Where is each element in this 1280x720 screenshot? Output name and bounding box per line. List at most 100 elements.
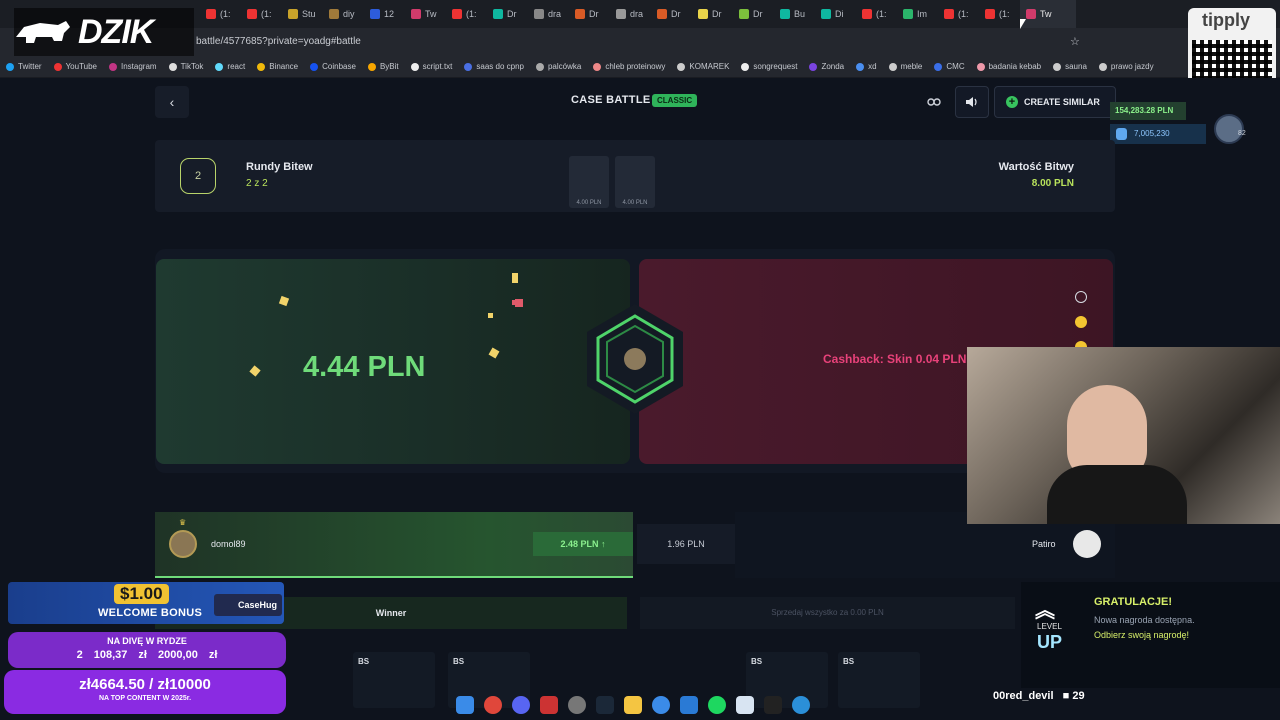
player2-avatar[interactable]: [1073, 530, 1101, 558]
player1-name[interactable]: domol89: [211, 539, 246, 549]
browser-tab[interactable]: Tw: [1020, 0, 1076, 28]
bookmark-item[interactable]: xd: [856, 62, 877, 71]
bookmark-item[interactable]: badania kebab: [976, 62, 1041, 71]
bookmark-item[interactable]: prawo jazdy: [1098, 62, 1154, 71]
player1-avatar[interactable]: [169, 530, 197, 558]
browser-tab[interactable]: 12: [364, 0, 405, 28]
bookmark-item[interactable]: Coinbase: [310, 62, 356, 71]
browser-tab[interactable]: Dr: [733, 0, 774, 28]
app-icon[interactable]: [540, 696, 558, 714]
browser-tab[interactable]: (1:: [979, 0, 1020, 28]
smile-icon[interactable]: [1075, 291, 1087, 303]
bookmark-item[interactable]: Zonda: [809, 62, 844, 71]
app-icon[interactable]: [680, 696, 698, 714]
bookmark-icon: [168, 62, 177, 71]
url-text[interactable]: battle/4577685?private=yoadg#battle: [196, 36, 361, 47]
bookmark-item[interactable]: sauna: [1053, 62, 1087, 71]
browser-tab[interactable]: dra: [528, 0, 569, 28]
bookmark-item[interactable]: songrequest: [741, 62, 797, 71]
bookmark-item[interactable]: saas do cpnp: [464, 62, 524, 71]
browser-tab[interactable]: (1:: [446, 0, 487, 28]
browser-tab[interactable]: dra: [610, 0, 651, 28]
browser-tab[interactable]: (1:: [938, 0, 979, 28]
browser-tab[interactable]: (1:: [241, 0, 282, 28]
bookmark-item[interactable]: chleb proteinowy: [593, 62, 665, 71]
bookmark-item[interactable]: meble: [888, 62, 922, 71]
bookmark-item[interactable]: Binance: [257, 62, 298, 71]
level-up-text: UP: [1037, 632, 1063, 652]
bookmark-item[interactable]: Instagram: [109, 62, 157, 71]
player1-result-panel: 4.44 PLN: [156, 259, 630, 464]
star-icon[interactable]: ☆: [1070, 35, 1080, 48]
bookmark-item[interactable]: ByBit: [367, 62, 399, 71]
tab-label: (1:: [220, 9, 231, 19]
case-thumbnail[interactable]: 4.00 PLN: [615, 156, 655, 208]
bookmark-item[interactable]: CMC: [934, 62, 965, 71]
sell-all-button[interactable]: Sprzedaj wszystko za 0.00 PLN: [640, 597, 1015, 629]
spotify-icon[interactable]: [708, 696, 726, 714]
obs-icon[interactable]: [568, 696, 586, 714]
emoji-icon[interactable]: [1075, 316, 1087, 328]
browser-tab[interactable]: Bu: [774, 0, 815, 28]
crown-icon: ♛: [179, 518, 187, 527]
globe-icon[interactable]: [792, 696, 810, 714]
browser-tab[interactable]: diy: [323, 0, 364, 28]
browser-tab[interactable]: Im: [897, 0, 938, 28]
bonus-amount: $1.00: [114, 584, 169, 604]
user-avatar[interactable]: [1214, 114, 1244, 144]
player2-name[interactable]: Patiro: [1032, 539, 1056, 549]
bookmark-item[interactable]: TikTok: [168, 62, 203, 71]
bookmark-label: script.txt: [422, 62, 453, 71]
bookmark-item[interactable]: palcówka: [535, 62, 582, 71]
webcam-feed: [967, 347, 1280, 524]
boar-icon: [16, 21, 70, 43]
chrome-icon[interactable]: [484, 696, 502, 714]
player1-bar: ♛ domol89 2.48 PLN ↑: [155, 512, 633, 578]
browser-tab[interactable]: Dr: [651, 0, 692, 28]
welcome-bonus-banner: $1.00 WELCOME BONUS CaseHug: [8, 582, 284, 624]
browser-tab[interactable]: Dr: [487, 0, 528, 28]
browser-tab[interactable]: Dr: [569, 0, 610, 28]
tab-label: (1:: [999, 9, 1010, 19]
link-icon[interactable]: [917, 86, 951, 118]
bookmark-item[interactable]: YouTube: [53, 62, 97, 71]
browser-tab[interactable]: Stu: [282, 0, 323, 28]
tab-favicon-icon: [862, 9, 872, 19]
claim-reward-link[interactable]: Odbierz swoją nagrodę!: [1094, 630, 1189, 640]
tab-favicon-icon: [493, 9, 503, 19]
item-card[interactable]: BS: [353, 652, 435, 708]
windows-start-icon[interactable]: [456, 696, 474, 714]
user-level: 82: [1238, 130, 1246, 137]
bookmark-icon: [856, 62, 865, 71]
streamer-info: 00red_devil ■ 29: [993, 690, 1085, 702]
create-similar-button[interactable]: + CREATE SIMILAR: [994, 86, 1116, 118]
notepad-icon[interactable]: [736, 696, 754, 714]
steam-icon[interactable]: [596, 696, 614, 714]
bookmark-icon: [410, 62, 419, 71]
bookmark-icon: [310, 62, 319, 71]
discord-icon[interactable]: [512, 696, 530, 714]
browser-tab[interactable]: (1:: [856, 0, 897, 28]
bookmark-icon: [53, 62, 62, 71]
case-thumbnail[interactable]: 4.00 PLN: [569, 156, 609, 208]
terminal-icon[interactable]: [764, 696, 782, 714]
bookmark-label: palcówka: [547, 62, 582, 71]
round-number: 2: [180, 158, 216, 194]
folder-icon[interactable]: [624, 696, 642, 714]
item-card[interactable]: BS: [838, 652, 920, 708]
battle-header: ‹ CASE BATTLE CLASSIC + CREATE SIMILAR: [155, 86, 1116, 118]
back-button[interactable]: ‹: [155, 86, 189, 118]
tab-favicon-icon: [944, 9, 954, 19]
bookmark-icon: [367, 62, 376, 71]
browser-tab[interactable]: Dr: [692, 0, 733, 28]
sound-button[interactable]: [955, 86, 989, 118]
app-icon[interactable]: [652, 696, 670, 714]
bookmark-item[interactable]: KOMAREK: [677, 62, 729, 71]
user-balance[interactable]: 154,283.28 PLN 7,005,230 82: [1110, 102, 1246, 144]
browser-tab[interactable]: (1:: [200, 0, 241, 28]
browser-tab[interactable]: Tw: [405, 0, 446, 28]
bookmark-item[interactable]: Twitter: [6, 62, 42, 71]
bookmark-item[interactable]: script.txt: [410, 62, 453, 71]
bookmark-item[interactable]: react: [215, 62, 245, 71]
browser-tab[interactable]: Di: [815, 0, 856, 28]
